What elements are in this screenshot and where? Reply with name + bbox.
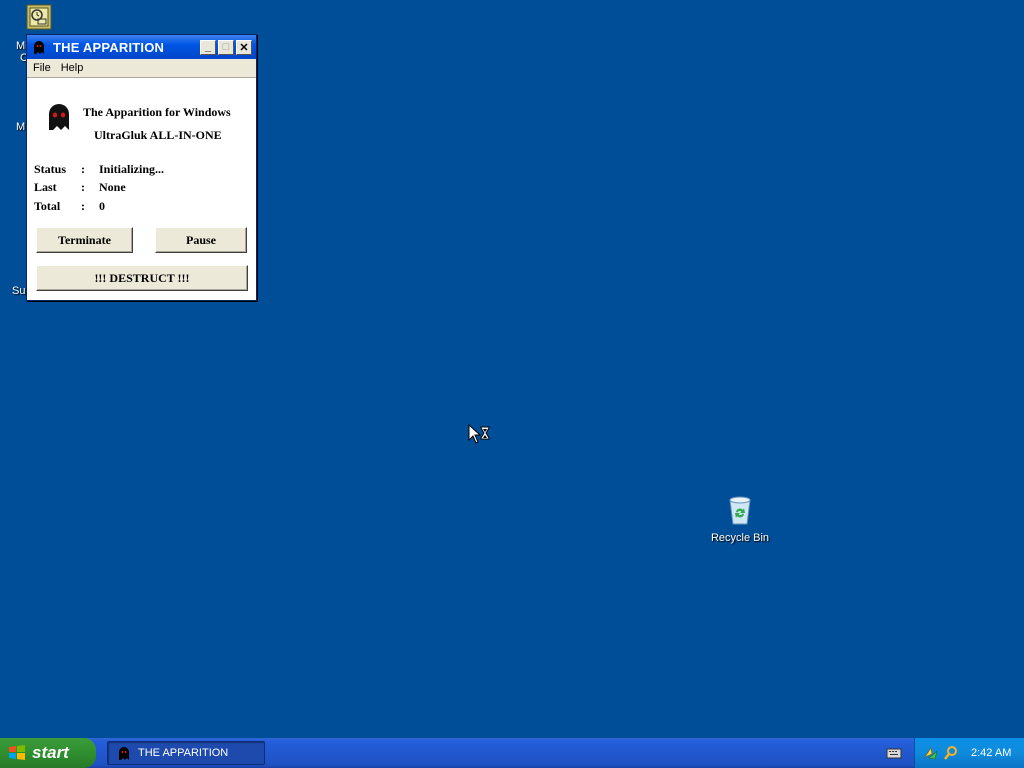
- clock[interactable]: 2:42 AM: [971, 747, 1011, 759]
- close-icon: ✕: [239, 41, 249, 54]
- window-title: THE APPARITION: [53, 39, 165, 55]
- menu-help[interactable]: Help: [61, 62, 84, 74]
- app-subheading: UltraGluk ALL-IN-ONE: [94, 128, 222, 142]
- total-row: Total : 0: [34, 199, 105, 214]
- recycle-bin-label: Recycle Bin: [710, 532, 770, 544]
- busy-cursor-icon: [468, 424, 490, 444]
- maximize-button[interactable]: □: [218, 39, 234, 55]
- total-key: Total: [34, 199, 61, 213]
- ghost-icon: [34, 41, 44, 54]
- ghost-icon: [119, 747, 129, 760]
- app-heading: The Apparition for Windows: [83, 105, 231, 119]
- menu-bar: File Help: [27, 59, 256, 78]
- keyboard-icon[interactable]: [886, 746, 902, 760]
- pause-button[interactable]: Pause: [155, 227, 247, 253]
- start-label: start: [32, 743, 69, 762]
- status-key: Status: [34, 162, 67, 176]
- maximize-icon: □: [222, 41, 230, 53]
- menu-file[interactable]: File: [33, 62, 51, 74]
- total-value: 0: [99, 199, 105, 213]
- recycle-bin[interactable]: Recycle Bin: [710, 494, 770, 544]
- window-titlebar[interactable]: THE APPARITION _ □ ✕: [27, 35, 256, 59]
- status-sep: :: [81, 162, 85, 176]
- start-button[interactable]: start: [0, 738, 96, 768]
- ghost-logo-icon: [49, 104, 69, 130]
- taskbar-item-label: THE APPARITION: [138, 747, 229, 759]
- network-icon[interactable]: [923, 745, 939, 761]
- minimize-icon: _: [204, 41, 212, 53]
- search-icon[interactable]: [943, 745, 959, 761]
- windows-flag-icon: [9, 745, 25, 760]
- status-value: Initializing...: [99, 162, 165, 176]
- apparition-window[interactable]: THE APPARITION _ □ ✕ File Help The Appar…: [26, 34, 257, 301]
- taskbar: start THE APPARITION 2:42 AM: [0, 738, 1024, 768]
- last-key: Last: [34, 180, 57, 194]
- desktop-app-icon: [26, 4, 52, 30]
- system-tray: 2:42 AM: [914, 738, 1024, 768]
- taskbar-item-apparition[interactable]: THE APPARITION: [107, 741, 265, 765]
- recycle-bin-icon: [729, 496, 751, 525]
- last-sep: :: [81, 180, 85, 194]
- status-row: Status : Initializing...: [34, 162, 164, 177]
- desktop-icon-top[interactable]: [26, 4, 52, 33]
- last-row: Last : None: [34, 180, 126, 195]
- destruct-button[interactable]: !!! DESTRUCT !!!: [36, 265, 248, 291]
- last-value: None: [99, 180, 126, 194]
- close-button[interactable]: ✕: [236, 39, 252, 55]
- total-sep: :: [81, 199, 85, 213]
- minimize-button[interactable]: _: [200, 39, 216, 55]
- terminate-button[interactable]: Terminate: [36, 227, 133, 253]
- desktop-icon-label: M: [16, 121, 26, 133]
